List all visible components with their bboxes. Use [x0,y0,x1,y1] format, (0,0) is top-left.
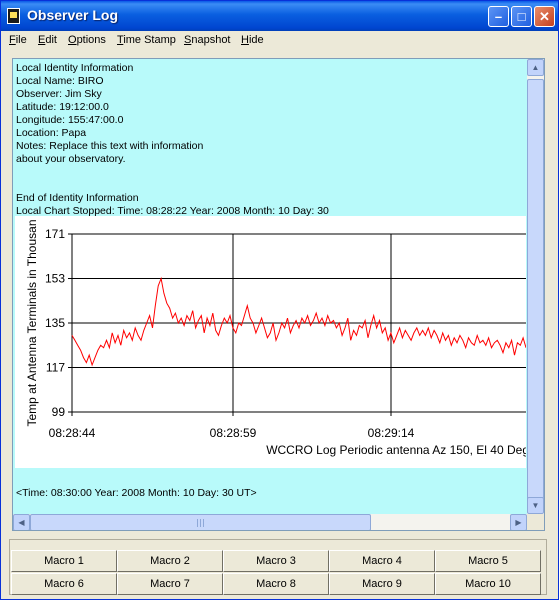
log-line: Longitude: 155:47:00.0 [16,114,124,126]
grip-icon [197,519,198,527]
log-line: End of Identity Information [16,192,139,204]
macro-2-button[interactable]: Macro 2 [117,550,223,572]
scroll-left-button[interactable]: ◀ [13,514,30,530]
maximize-button[interactable]: □ [511,6,532,27]
horizontal-scroll-thumb[interactable] [30,514,371,530]
x-tick-label: 08:28:59 [210,426,257,440]
x-tick-label: 08:29:14 [368,426,415,440]
macro-1-button[interactable]: Macro 1 [11,550,117,572]
log-line: Observer: Jim Sky [16,88,102,100]
y-tick-label: 99 [52,405,66,419]
chart-snapshot: 1711531351179908:28:4408:28:5908:29:1408… [15,216,544,468]
minimize-icon: – [494,9,503,24]
observer-log-window: Observer Log – □ ✕ File Edit Options Tim… [0,0,559,600]
temperature-series-line [71,276,527,367]
log-line: Notes: Replace this text with informatio… [16,140,204,152]
close-icon: ✕ [539,9,550,24]
macro-3-button[interactable]: Macro 3 [223,550,329,572]
identity-log: Local Identity Information Local Name: B… [16,62,521,218]
y-axis-label: Temp at Antenna Terminals in Thousan [25,219,39,426]
menu-file[interactable]: File [9,34,27,46]
scroll-up-button[interactable]: ▲ [527,59,544,76]
horizontal-scrollbar[interactable]: ◀ ▶ [13,514,527,530]
y-tick-label: 171 [45,227,65,241]
scroll-down-button[interactable]: ▼ [527,497,544,514]
scrollbar-corner [527,514,544,530]
macro-6-button[interactable]: Macro 6 [11,573,117,595]
log-pane[interactable]: Local Identity Information Local Name: B… [12,58,545,531]
vertical-scrollbar[interactable]: ▲ ▼ [527,59,544,514]
log-line: Location: Papa [16,127,87,139]
window-title: Observer Log [27,7,119,23]
log-line: Latitude: 19:12:00.0 [16,101,109,113]
macro-10-button[interactable]: Macro 10 [435,573,541,595]
app-icon [7,8,20,24]
macro-5-button[interactable]: Macro 5 [435,550,541,572]
menu-time-stamp[interactable]: Time Stamp [117,34,176,46]
y-tick-label: 153 [45,272,65,286]
x-axis-label: WCCRO Log Periodic antenna Az 150, El 40… [266,443,526,457]
macro-4-button[interactable]: Macro 4 [329,550,435,572]
chart-svg: 1711531351179908:28:4408:28:5908:29:1408… [25,219,544,457]
title-bar[interactable]: Observer Log – □ ✕ [1,1,558,31]
macro-8-button[interactable]: Macro 8 [223,573,329,595]
arrow-right-icon: ▶ [515,518,522,527]
macro-9-button[interactable]: Macro 9 [329,573,435,595]
macro-7-button[interactable]: Macro 7 [117,573,223,595]
arrow-down-icon: ▼ [531,501,540,510]
log-line: about your observatory. [16,153,126,165]
menu-bar: File Edit Options Time Stamp Snapshot Hi… [1,31,558,51]
menu-options[interactable]: Options [68,34,106,46]
arrow-up-icon: ▲ [531,63,540,72]
grip-icon [200,519,201,527]
menu-hide[interactable]: Hide [241,34,264,46]
close-button[interactable]: ✕ [534,6,555,27]
vertical-scroll-thumb[interactable] [527,79,544,506]
log-line: Local Name: BIRO [16,75,104,87]
minimize-button[interactable]: – [488,6,509,27]
menu-edit[interactable]: Edit [38,34,57,46]
macro-panel: Macro 1 Macro 2 Macro 3 Macro 4 Macro 5 … [9,539,547,595]
log-line: Local Identity Information [16,62,134,74]
y-tick-label: 135 [45,316,65,330]
y-tick-label: 117 [46,361,65,375]
menu-snapshot[interactable]: Snapshot [184,34,231,46]
timestamp-status: <Time: 08:30:00 Year: 2008 Month: 10 Day… [16,487,257,499]
maximize-icon: □ [517,9,526,24]
grip-icon [203,519,204,527]
x-tick-label: 08:28:44 [49,426,96,440]
scroll-right-button[interactable]: ▶ [510,514,527,530]
arrow-left-icon: ◀ [18,518,25,527]
